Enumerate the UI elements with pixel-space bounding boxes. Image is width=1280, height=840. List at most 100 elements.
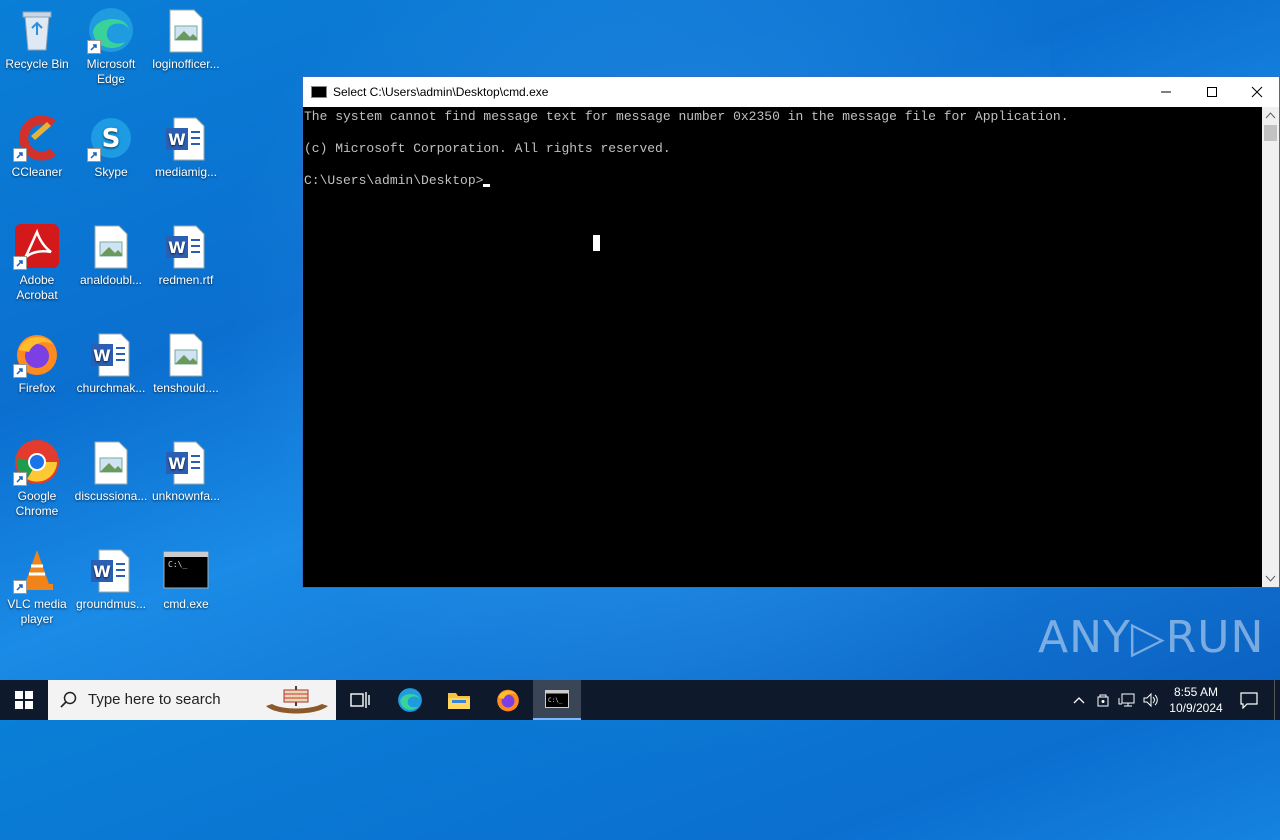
edge-icon xyxy=(87,6,135,54)
task-view-button[interactable] xyxy=(336,680,384,720)
vertical-scrollbar[interactable] xyxy=(1262,107,1279,587)
shortcut-arrow-icon xyxy=(13,148,27,162)
desktop-icon-adobe-acrobat[interactable]: Adobe Acrobat xyxy=(0,222,74,303)
desktop-icon-ccleaner[interactable]: CCleaner xyxy=(0,114,74,180)
shortcut-arrow-icon xyxy=(13,256,27,270)
maximize-button[interactable] xyxy=(1189,77,1235,107)
tray-app-button[interactable] xyxy=(1092,680,1114,720)
desktop-icon-label: unknownfa... xyxy=(151,489,221,503)
minimize-button[interactable] xyxy=(1143,77,1189,107)
close-icon xyxy=(1251,86,1263,98)
notification-icon xyxy=(1240,692,1258,709)
cmd-window[interactable]: Select C:\Users\admin\Desktop\cmd.exe Th… xyxy=(302,76,1280,588)
shortcut-arrow-icon xyxy=(13,472,27,486)
desktop-icon-microsoft-edge[interactable]: Microsoft Edge xyxy=(74,6,148,87)
desktop-icon-redmen[interactable]: W redmen.rtf xyxy=(149,222,223,288)
word-doc-icon: W xyxy=(162,114,210,162)
image-file-icon xyxy=(162,330,210,378)
taskbar-cmd-active[interactable]: C:\_ xyxy=(533,680,581,720)
desktop-icon-label: discussiona... xyxy=(74,489,148,503)
scroll-thumb[interactable] xyxy=(1264,125,1277,141)
desktop-icon-churchmak[interactable]: W churchmak... xyxy=(74,330,148,396)
word-doc-icon: W xyxy=(87,330,135,378)
desktop-icon-firefox[interactable]: Firefox xyxy=(0,330,74,396)
desktop-icon-loginofficer[interactable]: loginofficer... xyxy=(149,6,223,72)
windows-logo-icon xyxy=(15,691,33,709)
desktop-icon-label: Microsoft Edge xyxy=(86,57,136,86)
svg-text:C:\_: C:\_ xyxy=(168,560,187,569)
desktop-icon-cmd[interactable]: C:\_ cmd.exe xyxy=(149,546,223,612)
svg-text:W: W xyxy=(93,562,111,581)
scroll-down-icon[interactable] xyxy=(1262,571,1279,585)
desktop-icon-mediamig[interactable]: W mediamig... xyxy=(149,114,223,180)
scroll-up-icon[interactable] xyxy=(1262,109,1279,123)
desktop-icon-label: Google Chrome xyxy=(15,489,59,518)
maximize-icon xyxy=(1207,87,1217,97)
clock[interactable]: 8:55 AM 10/9/2024 xyxy=(1164,680,1228,720)
volume-button[interactable] xyxy=(1140,680,1162,720)
shortcut-arrow-icon xyxy=(13,364,27,378)
desktop-icon-analdoubl[interactable]: analdoubl... xyxy=(74,222,148,288)
shortcut-arrow-icon xyxy=(13,580,27,594)
desktop-icon-recycle-bin[interactable]: Recycle Bin xyxy=(0,6,74,72)
window-titlebar[interactable]: Select C:\Users\admin\Desktop\cmd.exe xyxy=(303,77,1279,107)
desktop-icon-groundmus[interactable]: W groundmus... xyxy=(74,546,148,612)
start-button[interactable] xyxy=(0,680,48,720)
desktop-icon-label: VLC media player xyxy=(7,597,67,626)
acrobat-icon xyxy=(13,222,61,270)
prompt-text: C:\Users\admin\Desktop> xyxy=(304,173,484,188)
task-view-icon xyxy=(350,692,370,708)
show-hidden-icons-button[interactable] xyxy=(1068,680,1090,720)
desktop-icon-label: Recycle Bin xyxy=(5,57,69,71)
desktop-icon-label: churchmak... xyxy=(76,381,146,395)
security-tray-icon xyxy=(1097,694,1109,707)
desktop-icon-label: Firefox xyxy=(18,381,56,395)
taskbar-edge[interactable] xyxy=(386,680,434,720)
clock-display: 8:55 AM 10/9/2024 xyxy=(1169,684,1222,716)
desktop-icon-label: Adobe Acrobat xyxy=(16,273,58,302)
word-doc-icon: W xyxy=(87,546,135,594)
cmd-title-icon xyxy=(311,86,327,98)
close-button[interactable] xyxy=(1234,77,1280,107)
clock-date: 10/9/2024 xyxy=(1169,701,1223,715)
taskbar: Type here to search C:\_ 8:55 AM 10/9/20… xyxy=(0,680,1280,720)
desktop-icon-label: loginofficer... xyxy=(152,57,220,71)
chrome-icon xyxy=(13,438,61,486)
firefox-icon xyxy=(497,689,519,712)
svg-text:C:\_: C:\_ xyxy=(548,697,563,704)
taskbar-search-box[interactable]: Type here to search xyxy=(48,680,336,720)
svg-text:W: W xyxy=(93,346,111,365)
desktop-icon-google-chrome[interactable]: Google Chrome xyxy=(0,438,74,519)
notification-center-button[interactable] xyxy=(1232,680,1266,720)
console-prompt: C:\Users\admin\Desktop> xyxy=(304,173,491,188)
cmd-icon: C:\_ xyxy=(162,546,210,594)
desktop-icon-label: tenshould.... xyxy=(153,381,219,395)
show-desktop-button[interactable] xyxy=(1274,680,1280,720)
image-file-icon xyxy=(87,222,135,270)
viking-ship-icon xyxy=(266,686,328,714)
cmd-icon: C:\_ xyxy=(545,690,569,708)
taskbar-file-explorer[interactable] xyxy=(435,680,483,720)
desktop-icon-unknownfa[interactable]: W unknownfa... xyxy=(149,438,223,504)
taskbar-firefox[interactable] xyxy=(484,680,532,720)
console-output[interactable]: The system cannot find message text for … xyxy=(303,107,1262,587)
minimize-icon xyxy=(1161,91,1171,93)
firefox-icon xyxy=(13,330,61,378)
desktop-icon-vlc[interactable]: VLC media player xyxy=(0,546,74,627)
word-doc-icon: W xyxy=(162,222,210,270)
vlc-icon xyxy=(13,546,61,594)
speaker-icon xyxy=(1143,692,1158,708)
desktop-icon-skype[interactable]: S Skype xyxy=(74,114,148,180)
image-file-icon xyxy=(87,438,135,486)
folder-icon xyxy=(448,693,470,709)
desktop-icon-tenshould[interactable]: tenshould.... xyxy=(149,330,223,396)
search-placeholder: Type here to search xyxy=(88,691,221,708)
edge-icon xyxy=(398,688,422,712)
console-line: The system cannot find message text for … xyxy=(304,109,1069,124)
network-button[interactable] xyxy=(1116,680,1138,720)
desktop-icon-discussiona[interactable]: discussiona... xyxy=(74,438,148,504)
svg-text:S: S xyxy=(102,124,121,154)
ccleaner-icon xyxy=(13,114,61,162)
recycle-bin-icon xyxy=(13,6,61,54)
svg-text:W: W xyxy=(168,238,186,257)
